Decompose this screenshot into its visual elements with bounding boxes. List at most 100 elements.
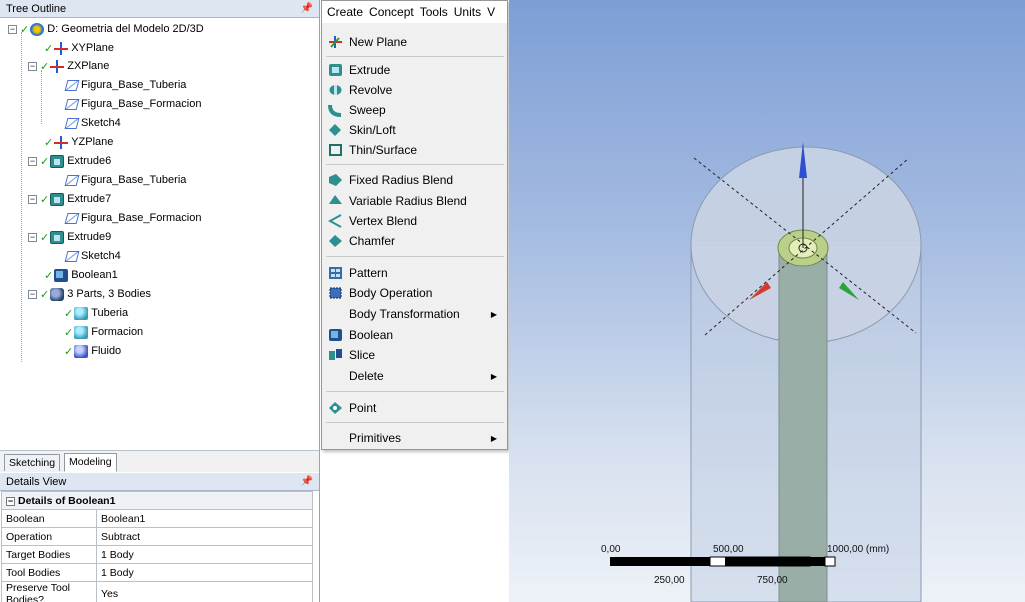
details-row[interactable]: Boolean Boolean1 [1, 509, 313, 528]
tree-item-sketch[interactable]: Sketch4 [64, 247, 121, 265]
tab-bar: Sketching Modeling [0, 450, 319, 472]
menu-item-pattern[interactable]: Pattern [322, 263, 507, 283]
check-icon: ✓ [64, 345, 74, 358]
menu-item-delete[interactable]: Delete ▶ [322, 366, 507, 386]
tab-sketching[interactable]: Sketching [4, 454, 61, 471]
collapse-icon[interactable]: − [28, 289, 37, 299]
menu-item-primitives[interactable]: Primitives ▶ [322, 428, 507, 448]
tree-item-sketch[interactable]: Figura_Base_Formacion [64, 95, 201, 113]
pin-icon[interactable]: 📌 [301, 3, 313, 14]
details-table: − Details of Boolean1 Boolean Boolean1 Ope… [1, 491, 313, 602]
menu-item-label: Primitives [349, 431, 402, 445]
graphics-viewport[interactable]: 0,00 500,00 1000,00 (mm) 250,00 750,00 [509, 0, 1025, 602]
menu-item-variable-radius-blend[interactable]: Variable Radius Blend [322, 191, 507, 211]
collapse-icon[interactable]: − [28, 61, 37, 71]
collapse-icon[interactable]: − [28, 232, 37, 242]
scale-label: 1000,00 (mm) [827, 544, 890, 555]
menu-bar: Create Concept Tools Units V [322, 1, 507, 23]
details-row[interactable]: Target Bodies 1 Body [1, 545, 313, 564]
details-row[interactable]: Preserve Tool Bodies? Yes [1, 581, 313, 602]
tree-root[interactable]: − ✓ D: Geometria del Modelo 2D/3D [8, 20, 204, 38]
body-icon [74, 344, 89, 358]
thin-surface-icon [329, 144, 342, 156]
tree-item-body[interactable]: ✓ Fluido [64, 342, 121, 360]
point-icon [329, 402, 342, 414]
check-icon: ✓ [44, 42, 54, 55]
new-plane-icon [329, 36, 342, 48]
tree-label: Figura_Base_Formacion [81, 212, 202, 224]
tree-label: Extrude6 [67, 155, 112, 167]
check-icon: ✓ [40, 231, 50, 244]
menu-item-label: Pattern [349, 266, 388, 280]
menu-view[interactable]: V [487, 5, 495, 19]
menu-item-label: Vertex Blend [349, 214, 418, 228]
submenu-arrow-icon: ▶ [490, 434, 497, 443]
tree-item-sketch[interactable]: Sketch4 [64, 114, 121, 132]
tree-item-extrude[interactable]: − ✓ Extrude6 [28, 152, 111, 170]
tree-item-extrude[interactable]: − ✓ Extrude7 [28, 190, 111, 208]
menu-concept[interactable]: Concept [369, 5, 414, 19]
details-value[interactable]: Subtract [96, 527, 313, 546]
tree-item-boolean[interactable]: ✓ Boolean1 [44, 266, 118, 284]
menu-item-label: Revolve [349, 83, 393, 97]
menu-create[interactable]: Create [327, 5, 363, 19]
details-row[interactable]: Tool Bodies 1 Body [1, 563, 313, 582]
tree-item-body[interactable]: ✓ Formacion [64, 323, 143, 341]
collapse-icon[interactable]: − [28, 194, 37, 204]
tree-item-body[interactable]: ✓ Tuberia [64, 304, 128, 322]
menu-item-boolean[interactable]: Boolean [322, 325, 507, 345]
details-row[interactable]: Operation Subtract [1, 527, 313, 546]
check-icon: ✓ [64, 307, 74, 320]
menu-item-label: Fixed Radius Blend [349, 173, 454, 187]
menu-item-vertex-blend[interactable]: Vertex Blend [322, 211, 507, 231]
collapse-icon[interactable]: − [28, 156, 37, 166]
tree-item-sketch[interactable]: Figura_Base_Formacion [64, 209, 202, 227]
plane-icon [50, 59, 65, 73]
body-icon [74, 325, 89, 339]
tree-item-xyplane[interactable]: ✓ XYPlane [44, 39, 114, 57]
tree-outline: − ✓ D: Geometria del Modelo 2D/3D ✓ XYPlane… [0, 18, 319, 450]
tree-item-zxplane[interactable]: − ✓ ZXPlane [28, 57, 109, 75]
collapse-icon[interactable]: − [6, 496, 15, 506]
tree-label: D: Geometria del Modelo 2D/3D [47, 23, 204, 35]
menu-item-sweep[interactable]: Sweep [322, 100, 507, 120]
pin-icon[interactable]: 📌 [301, 476, 313, 487]
tab-modeling[interactable]: Modeling [64, 453, 117, 472]
menu-item-body-transformation[interactable]: Body Transformation ▶ [322, 304, 507, 324]
menu-item-slice[interactable]: Slice [322, 345, 507, 365]
tree-item-parts[interactable]: − ✓ 3 Parts, 3 Bodies [28, 285, 151, 303]
body-icon [74, 306, 89, 320]
tree-label: Extrude7 [67, 193, 112, 205]
menu-units[interactable]: Units [454, 5, 481, 19]
collapse-icon[interactable]: − [8, 24, 17, 34]
details-value[interactable]: Boolean1 [96, 509, 313, 528]
details-group-row[interactable]: − Details of Boolean1 [1, 491, 313, 510]
menu-item-new-plane[interactable]: New Plane [322, 32, 507, 52]
tree-item-sketch[interactable]: Figura_Base_Tuberia [64, 171, 186, 189]
menu-item-skin-loft[interactable]: Skin/Loft [322, 120, 507, 140]
menu-item-thin-surface[interactable]: Thin/Surface [322, 140, 507, 160]
menu-item-revolve[interactable]: Revolve [322, 80, 507, 100]
details-value[interactable]: 1 Body [96, 545, 313, 564]
tree-item-sketch[interactable]: Figura_Base_Tuberia [64, 76, 186, 94]
details-value[interactable]: 1 Body [96, 563, 313, 582]
sketch-icon [64, 79, 80, 91]
menu-item-chamfer[interactable]: Chamfer [322, 231, 507, 251]
sketch-icon [64, 250, 80, 262]
details-value[interactable]: Yes [96, 581, 313, 602]
boolean-icon [329, 329, 342, 341]
menu-separator [326, 391, 504, 392]
tree-label: Extrude9 [67, 231, 112, 243]
tree-item-yzplane[interactable]: ✓ YZPlane [44, 133, 113, 151]
menu-item-fixed-radius-blend[interactable]: Fixed Radius Blend [322, 170, 507, 190]
boolean-icon [54, 268, 69, 282]
menu-tools[interactable]: Tools [420, 5, 448, 19]
tree-item-extrude[interactable]: − ✓ Extrude9 [28, 228, 111, 246]
details-title: Details View [6, 475, 67, 488]
tree-label: Formacion [91, 326, 144, 338]
plane-icon [54, 135, 69, 149]
menu-item-extrude[interactable]: Extrude [322, 60, 507, 80]
menu-item-label: Variable Radius Blend [349, 194, 467, 208]
menu-item-point[interactable]: Point [322, 398, 507, 418]
menu-item-body-operation[interactable]: Body Operation [322, 283, 507, 303]
